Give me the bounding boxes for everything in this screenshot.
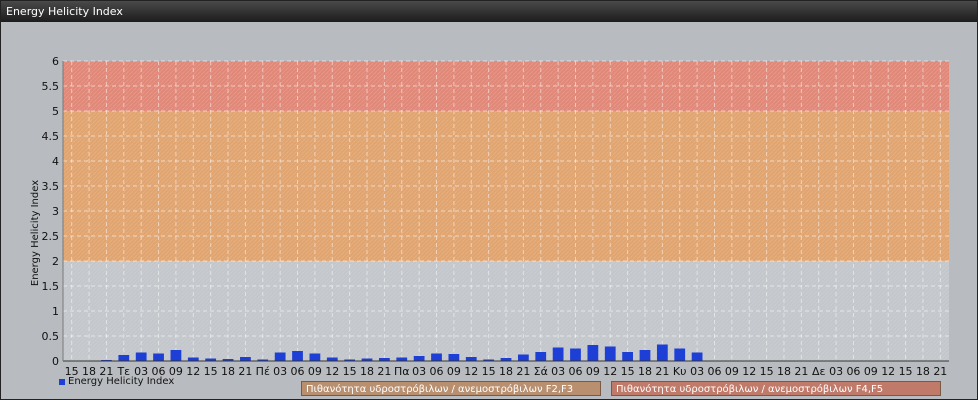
legend-band-f2f3: Πιθανότητα υδροστρόβιλων / ανεμοστρόβιλω… <box>301 381 601 396</box>
x-tick-label: 09 <box>447 365 461 378</box>
x-tick-label: 12 <box>186 365 200 378</box>
bar <box>552 347 564 361</box>
y-tick-label: 0 <box>52 355 59 368</box>
x-tick-label: 06 <box>707 365 721 378</box>
bar <box>396 357 408 361</box>
bar <box>413 356 425 361</box>
x-tick-label: 09 <box>308 365 322 378</box>
legend-series: Energy Helicity Index <box>59 376 174 387</box>
bar <box>153 353 164 361</box>
y-tick-label: 1 <box>52 305 59 318</box>
x-tick-label: 15 <box>482 365 496 378</box>
bar <box>326 357 338 361</box>
x-tick-label: 21 <box>655 365 669 378</box>
bar <box>691 352 703 361</box>
x-tick-label: 15 <box>760 365 774 378</box>
y-axis-label: Energy Helicity Index <box>30 180 41 286</box>
bar <box>517 354 529 361</box>
x-tick-label: 21 <box>516 365 530 378</box>
bar <box>274 352 286 361</box>
window-title: Energy Helicity Index <box>1 1 977 22</box>
bar <box>431 353 442 361</box>
x-tick-label: 03 <box>829 365 843 378</box>
y-tick-label: 1.5 <box>42 280 60 293</box>
y-tick-label: 2 <box>52 255 59 268</box>
ehi-chart: 00.511.522.533.544.555.5615 18 21 Τε 03 06 09 1… <box>30 55 949 378</box>
x-tick-label: 15 <box>204 365 218 378</box>
x-tick-label: 03 <box>551 365 565 378</box>
bar <box>674 348 686 361</box>
x-tick-label: 15 <box>343 365 357 378</box>
bar <box>135 352 147 361</box>
x-tick-label: 21 <box>238 365 252 378</box>
y-tick-label: 4.5 <box>42 130 60 143</box>
bar <box>587 345 599 361</box>
bar <box>170 350 182 361</box>
x-tick-label: Σά <box>534 365 548 378</box>
x-tick-label: 21 <box>377 365 391 378</box>
chart-window: Energy Helicity Index 0 0.5 1 1.5 2 2.5 3 3.5 4 4… <box>0 0 978 400</box>
bar <box>292 351 303 361</box>
bar <box>656 344 668 361</box>
x-tick-label: 12 <box>742 365 756 378</box>
x-tick-label: 03 <box>273 365 287 378</box>
bar <box>639 350 651 361</box>
x-tick-label: 18 <box>777 365 791 378</box>
bar <box>118 355 130 361</box>
bar <box>622 352 633 361</box>
x-tick-label: 06 <box>291 365 305 378</box>
x-tick-label: 18 <box>221 365 235 378</box>
x-tick-label: Κυ <box>673 365 687 378</box>
x-tick-label: 06 <box>568 365 582 378</box>
x-tick-label: 03 <box>412 365 426 378</box>
bar <box>570 348 581 361</box>
x-tick-label: 18 <box>360 365 374 378</box>
x-tick-label: 21 <box>794 365 808 378</box>
x-tick-label: 06 <box>846 365 860 378</box>
y-tick-label: 5 <box>52 105 59 118</box>
x-tick-label: 03 <box>690 365 704 378</box>
x-tick-label: Πα <box>394 365 410 378</box>
bar <box>448 354 460 361</box>
x-tick-label: 15 <box>899 365 913 378</box>
y-tick-label: 3 <box>52 205 59 218</box>
bar <box>465 357 477 361</box>
legend-series-label: Energy Helicity Index <box>68 376 175 387</box>
bar <box>309 353 321 361</box>
x-tick-label: 06 <box>430 365 444 378</box>
x-tick-label: 21 <box>933 365 947 378</box>
x-tick-label: 12 <box>464 365 478 378</box>
y-tick-label: 5.5 <box>42 80 60 93</box>
x-tick-label: 12 <box>881 365 895 378</box>
x-tick-label: 18 <box>916 365 930 378</box>
y-tick-label: 3.5 <box>42 180 60 193</box>
y-tick-label: 2.5 <box>42 230 60 243</box>
x-tick-label: 09 <box>725 365 739 378</box>
bar <box>604 346 616 361</box>
x-tick-label: 18 <box>499 365 513 378</box>
y-tick-label: 6 <box>52 55 59 68</box>
x-tick-label: 12 <box>325 365 339 378</box>
x-tick-label: 09 <box>586 365 600 378</box>
x-tick-label: 12 <box>603 365 617 378</box>
bar <box>535 352 547 361</box>
y-tick-label: 0.5 <box>42 330 60 343</box>
y-tick-label: 4 <box>52 155 59 168</box>
legend-swatch <box>59 378 65 385</box>
x-tick-label: Πέ <box>256 365 270 378</box>
x-tick-label: 15 <box>621 365 635 378</box>
x-tick-label: Δε <box>812 365 826 378</box>
legend-band-f4f5: Πιθανότητα υδροστρόβιλων / ανεμοστρόβιλω… <box>611 381 941 396</box>
bar <box>187 357 199 361</box>
bar <box>240 357 251 361</box>
x-tick-label: 18 <box>638 365 652 378</box>
x-tick-label: 09 <box>864 365 878 378</box>
